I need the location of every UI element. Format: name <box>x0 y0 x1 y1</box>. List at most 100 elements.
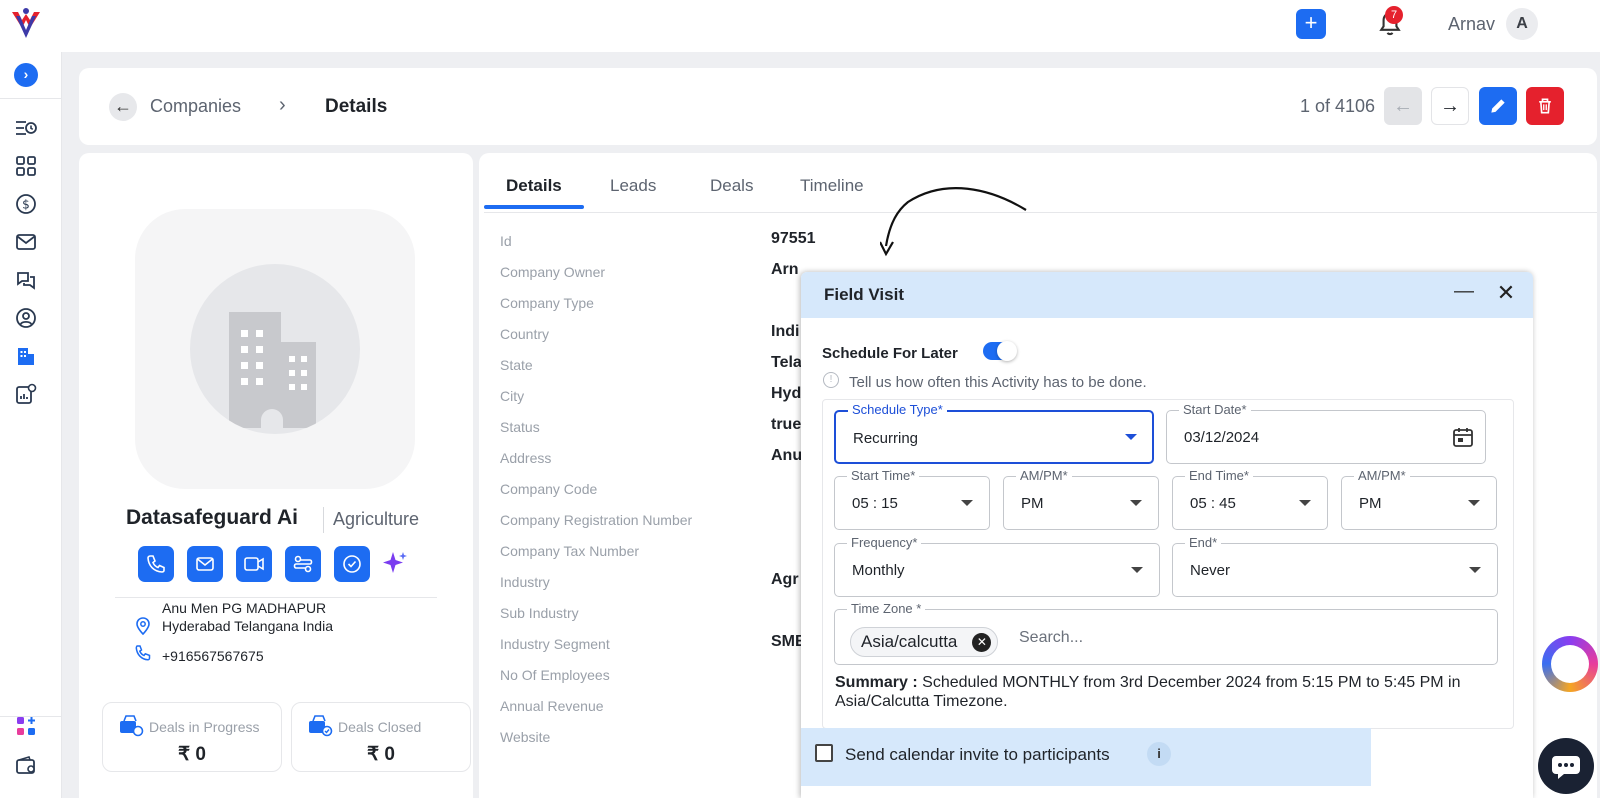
info-icon: ! <box>823 372 839 388</box>
summary-label: Summary : <box>835 674 918 691</box>
field-label: Industry Segment <box>500 636 610 652</box>
tab-timeline[interactable]: Timeline <box>800 176 864 196</box>
field-value: 03/12/2024 <box>1184 429 1260 446</box>
company-profile-card: Datasafeguard Ai Agriculture Anu Men PG … <box>79 153 473 798</box>
field-label: Time Zone * <box>847 601 926 616</box>
sidebar-divider <box>0 98 62 99</box>
timezone-field[interactable]: Time Zone * Asia/calcutta ✕ Search... <box>834 601 1498 665</box>
back-arrow-button[interactable]: ← <box>109 93 137 121</box>
apps-add-icon[interactable] <box>14 714 38 738</box>
next-record-button[interactable]: → <box>1431 87 1469 125</box>
field-value: Anu <box>771 447 803 464</box>
user-avatar[interactable]: A <box>1506 8 1538 40</box>
chat-support-button[interactable] <box>1538 738 1594 794</box>
app-logo-icon[interactable] <box>8 6 44 42</box>
sidebar-expand-button[interactable]: › <box>14 63 38 87</box>
timezone-search-input[interactable]: Search... <box>1019 629 1083 647</box>
info-icon[interactable]: i <box>1147 742 1171 766</box>
divider <box>115 597 437 598</box>
field-value: Tela <box>771 354 802 371</box>
field-value: 97551 <box>771 230 816 247</box>
record-pager: 1 of 4106 <box>1300 96 1376 116</box>
phone-icon <box>135 645 151 661</box>
dashboard-grid-icon[interactable] <box>14 154 38 178</box>
mail-icon[interactable] <box>14 230 38 254</box>
tab-deals[interactable]: Deals <box>710 176 753 196</box>
deals-dollar-icon[interactable]: $ <box>14 192 38 216</box>
mail-icon <box>196 557 214 571</box>
detail-tabs: Details Leads Deals Timeline <box>484 153 1597 213</box>
schedule-for-later-label: Schedule For Later <box>822 345 958 362</box>
field-label: Industry <box>500 574 550 590</box>
svg-text:$: $ <box>22 198 30 212</box>
start-time-select[interactable]: Start Time* 05 : 15 <box>834 468 990 530</box>
details-header: ← Companies › Details 1 of 4106 ← → <box>79 68 1597 145</box>
schedule-for-later-toggle[interactable] <box>983 341 1017 361</box>
video-icon <box>244 557 264 571</box>
field-value: Monthly <box>852 562 905 579</box>
contacts-user-icon[interactable] <box>14 306 38 330</box>
field-label: AM/PM* <box>1016 468 1072 483</box>
phone-number[interactable]: +916567567675 <box>162 648 264 664</box>
company-industry: Agriculture <box>333 509 420 529</box>
chevron-down-icon <box>1130 500 1142 506</box>
quick-add-button[interactable]: + <box>1296 9 1326 39</box>
remove-chip-icon[interactable]: ✕ <box>972 633 992 652</box>
chevron-down-icon <box>1299 500 1311 506</box>
send-invite-checkbox[interactable] <box>815 744 833 762</box>
field-visit-button[interactable] <box>285 546 321 582</box>
tab-details[interactable]: Details <box>506 176 562 196</box>
meeting-button[interactable] <box>236 546 272 582</box>
field-label: AM/PM* <box>1354 468 1410 483</box>
previous-record-button[interactable]: ← <box>1384 87 1422 125</box>
field-label: Id <box>500 233 512 249</box>
minimize-icon[interactable]: — <box>1451 280 1477 306</box>
task-button[interactable] <box>334 546 370 582</box>
assistant-ring-icon[interactable] <box>1542 636 1598 692</box>
call-button[interactable] <box>138 546 174 582</box>
end-ampm-select[interactable]: AM/PM* PM <box>1341 468 1497 530</box>
field-label: Address <box>500 450 552 466</box>
trash-icon <box>1539 98 1551 114</box>
field-label: Start Date* <box>1179 402 1251 417</box>
start-date-field[interactable]: Start Date* 03/12/2024 <box>1166 402 1486 464</box>
send-invite-label[interactable]: Send calendar invite to participants <box>845 745 1110 765</box>
timezone-chip: Asia/calcutta ✕ <box>850 627 999 657</box>
page-title: Details <box>325 96 388 117</box>
stat-value: ₹ 0 <box>367 744 395 765</box>
ring-center <box>1551 645 1589 683</box>
company-name: Datasafeguard Ai <box>126 506 298 529</box>
end-select[interactable]: End* Never <box>1172 535 1498 597</box>
breadcrumb-chevron-icon: › <box>279 94 286 116</box>
summary-text: Scheduled MONTHLY from 3rd December 2024… <box>835 674 1461 710</box>
reports-settings-icon[interactable] <box>14 382 38 406</box>
chevron-down-icon <box>1131 567 1143 573</box>
breadcrumb-companies[interactable]: Companies <box>150 96 241 117</box>
edit-button[interactable] <box>1479 87 1517 125</box>
conversations-icon[interactable] <box>14 268 38 292</box>
dialog-title: Field Visit <box>824 285 904 304</box>
schedule-type-select[interactable]: Schedule Type* Recurring <box>834 402 1154 464</box>
field-value: Agr <box>771 571 799 588</box>
user-name[interactable]: Arnav <box>1448 14 1495 35</box>
activities-list-icon[interactable] <box>14 116 38 140</box>
end-time-select[interactable]: End Time* 05 : 45 <box>1172 468 1328 530</box>
close-icon[interactable]: ✕ <box>1493 280 1519 306</box>
field-value: Hyd <box>771 385 802 402</box>
ai-sparkle-icon[interactable] <box>381 550 409 578</box>
email-button[interactable] <box>187 546 223 582</box>
frequency-select[interactable]: Frequency* Monthly <box>834 535 1160 597</box>
schedule-hint: Tell us how often this Activity has to b… <box>849 374 1147 391</box>
field-value: Recurring <box>853 430 919 447</box>
start-ampm-select[interactable]: AM/PM* PM <box>1003 468 1159 530</box>
companies-building-icon[interactable] <box>14 344 38 368</box>
wallet-icon[interactable] <box>14 754 38 778</box>
chat-bubble-icon <box>1552 756 1580 779</box>
field-label: End* <box>1185 535 1222 550</box>
delete-button[interactable] <box>1526 87 1564 125</box>
chevron-down-icon <box>961 500 973 506</box>
field-label: City <box>500 388 525 404</box>
tab-leads[interactable]: Leads <box>610 176 656 196</box>
calendar-icon[interactable] <box>1451 425 1475 449</box>
field-label: Company Type <box>500 295 594 311</box>
